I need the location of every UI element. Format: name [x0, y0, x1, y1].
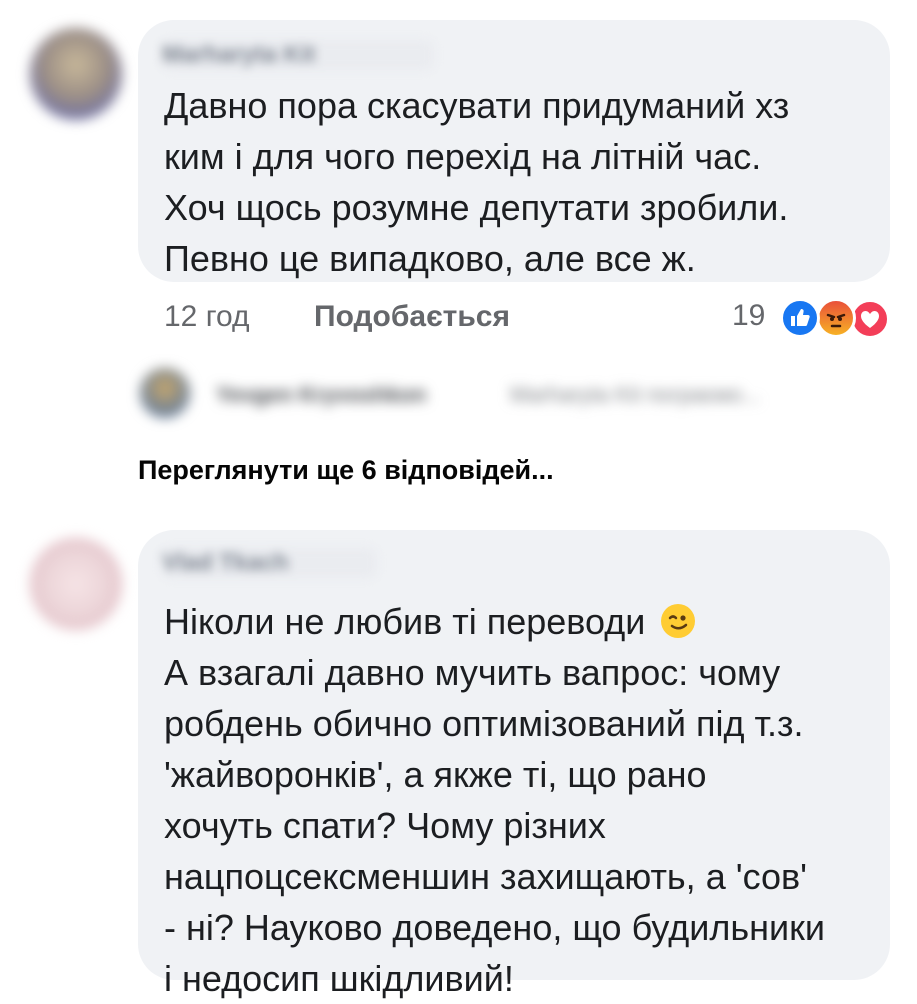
comment-line: - ні? Науково доведено, що будильники: [164, 907, 825, 948]
angry-icon: [816, 298, 856, 338]
comment-line: робдень обично оптимізований під т.з.: [164, 703, 804, 744]
comment-author[interactable]: Vlad Tkach: [162, 548, 377, 578]
comment-text: Ніколи не любив ті переводи А взагалі да…: [164, 596, 825, 1004]
comment-line-text: Ніколи не любив ті переводи: [164, 601, 646, 642]
comment-timestamp[interactable]: 12 год: [164, 299, 250, 335]
comment-line: хочуть спати? Чому різних: [164, 805, 606, 846]
reply-preview[interactable]: Yevgen Kryvoshkon Marharyta Kit пограємо…: [140, 368, 860, 428]
comment-line: Хоч щось розумне депутати зробили.: [164, 187, 789, 228]
like-button[interactable]: Подобається: [314, 299, 510, 335]
comment-line: і недосип шкідливий!: [164, 958, 514, 999]
comment-text: Давно пора скасувати придуманий хз ким і…: [164, 80, 789, 284]
avatar[interactable]: [30, 28, 122, 120]
comment-line: А взагалі давно мучить вапрос: чому: [164, 652, 781, 693]
comment-line: ким і для чого перехід на літній час.: [164, 136, 762, 177]
comment-line: 'жайворонків', а якже ті, що рано: [164, 754, 707, 795]
reply-author: Yevgen Kryvoshkon: [216, 382, 427, 407]
like-icon: [780, 298, 820, 338]
reaction-count[interactable]: 19: [732, 298, 765, 334]
comment-line: Давно пора скасувати придуманий хз: [164, 85, 790, 126]
comment-line: Ніколи не любив ті переводи: [164, 596, 825, 647]
reply-text: Marharyta Kit пограємо...: [510, 382, 761, 407]
view-more-replies-link[interactable]: Переглянути ще 6 відповідей...: [138, 455, 554, 486]
comment-line: нацпоцсексменшин захищають, а 'сов': [164, 856, 808, 897]
avatar: [140, 368, 190, 418]
wink-emoji-icon: [661, 604, 696, 638]
comment-line: Певно це випадково, але все ж.: [164, 238, 696, 279]
avatar[interactable]: [30, 538, 122, 630]
love-icon: [850, 299, 890, 339]
comment-author[interactable]: Marharyta Kit: [162, 40, 434, 70]
